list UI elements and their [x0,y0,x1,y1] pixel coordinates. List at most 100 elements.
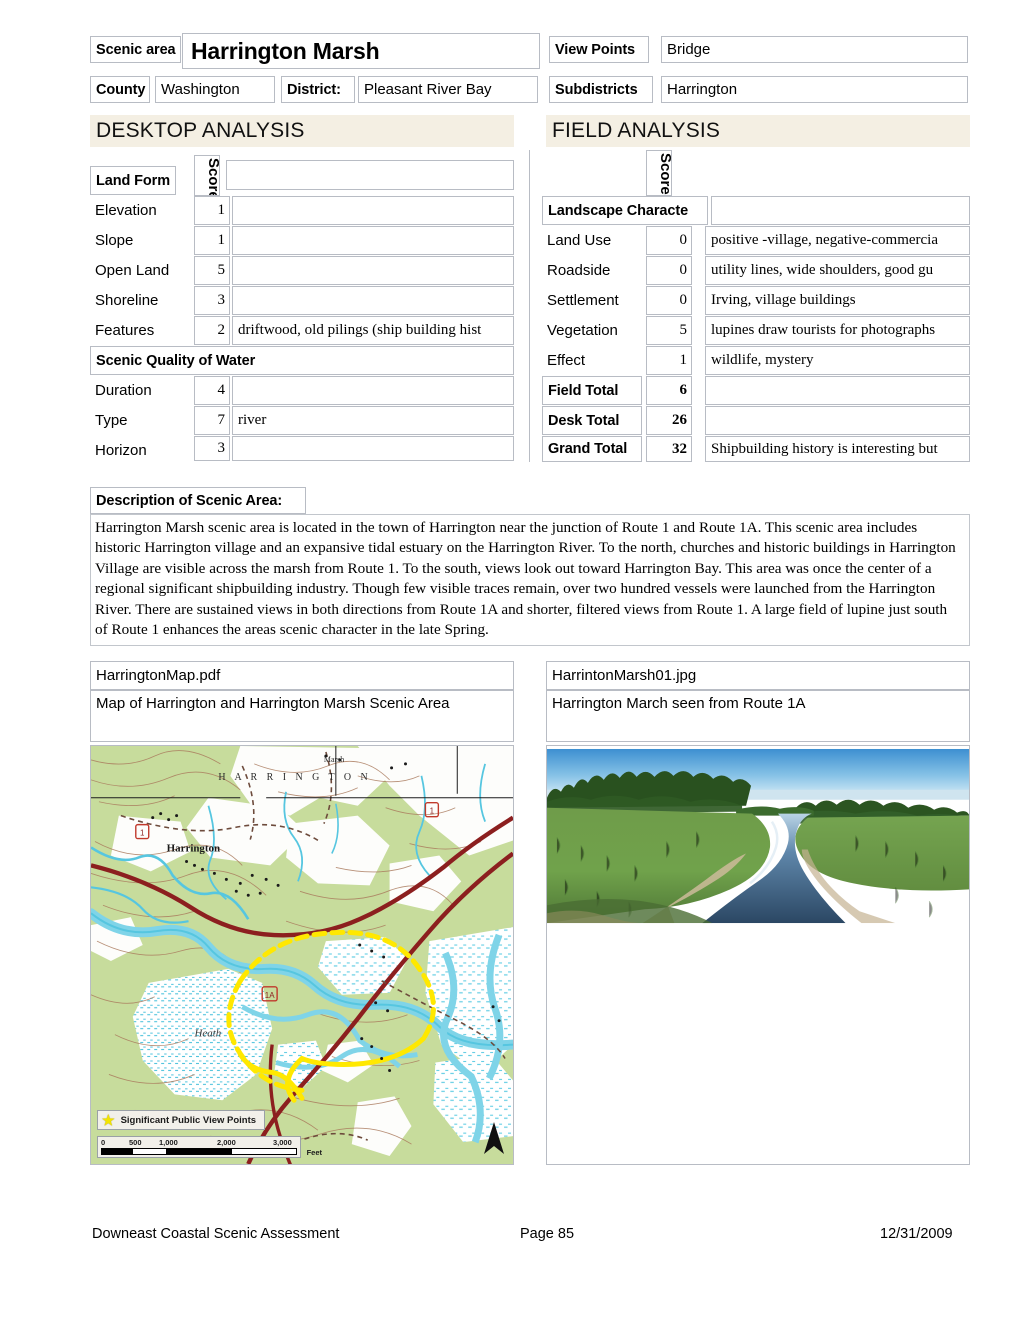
scale-tick-3000: 3,000 [273,1138,292,1147]
desktop-row-label-horizon: Horizon [95,442,147,459]
field-row-score-roadside[interactable]: 0 [646,256,692,285]
scale-tick-2000: 2,000 [217,1138,236,1147]
description-label: Description of Scenic Area: [90,487,306,514]
marsh-photo-graphic [547,746,969,1164]
desktop-row-note-horizon[interactable] [232,436,514,461]
field-score-header: Score [646,150,672,196]
field-row-note-vegetation[interactable]: lupines draw tourists for photographs [705,316,970,345]
desktop-row-label-duration: Duration [95,382,152,399]
map-image-frame[interactable]: 1 1 1A H A R R I N G T O N Marsh Harring… [90,745,514,1165]
desktop-row-note-elevation[interactable] [232,196,514,225]
scenic-area-value[interactable]: Harrington Marsh [182,33,540,69]
field-group-landscape-character-note[interactable] [711,196,970,225]
description-body[interactable]: Harrington Marsh scenic area is located … [90,514,970,646]
district-value[interactable]: Pleasant River Bay [358,76,538,103]
desk-total-score[interactable]: 26 [646,406,692,435]
north-arrow-icon [484,1122,504,1154]
field-row-label-vegetation: Vegetation [547,322,618,339]
map-label-marsh: Marsh [324,755,344,764]
desktop-row-label-elevation: Elevation [95,202,157,219]
left-media-filename[interactable]: HarringtonMap.pdf [90,661,514,690]
map-scale-bar: 0 500 1,000 2,000 3,000 Feet [97,1136,322,1158]
field-group-landscape-character: Landscape Characte [542,196,708,225]
desktop-row-label-open-land: Open Land [95,262,170,279]
svg-text:1: 1 [140,829,145,838]
view-points-label: View Points [549,36,649,63]
grand-total-note[interactable]: Shipbuilding history is interesting but [705,436,970,462]
desktop-row-note-shoreline[interactable] [232,286,514,315]
desktop-group-land-form: Land Form [90,166,176,195]
left-media-caption[interactable]: Map of Harrington and Harrington Marsh S… [90,690,514,742]
svg-text:1: 1 [430,807,435,816]
view-points-value[interactable]: Bridge [661,36,968,63]
desk-total-note[interactable] [705,406,970,435]
subdistricts-label: Subdistricts [549,76,653,103]
desktop-row-note-duration[interactable] [232,376,514,405]
field-total-note[interactable] [705,376,970,405]
footer-center: Page 85 [520,1226,575,1242]
map-label-village: Harrington [167,842,220,854]
map-legend: ★ Significant Public View Points [97,1110,266,1130]
right-media-filename[interactable]: HarrintonMarsh01.jpg [546,661,970,690]
field-row-score-effect[interactable]: 1 [646,346,692,375]
desktop-row-note-open-land[interactable] [232,256,514,285]
grand-total-label: Grand Total [542,436,642,462]
field-row-score-land-use[interactable]: 0 [646,226,692,255]
topo-map-art: 1 1 1A H A R R I N G T O N Marsh Harring… [91,746,513,1164]
scale-tick-500: 500 [129,1138,142,1147]
desktop-row-note-type[interactable]: river [232,406,514,435]
desktop-row-label-type: Type [95,412,128,429]
scale-unit-label: Feet [306,1148,322,1157]
topo-map-graphic: 1 1 1A H A R R I N G T O N Marsh Harring… [91,746,513,1164]
map-label-township: H A R R I N G T O N [218,772,371,783]
scenic-area-label: Scenic area [90,36,181,63]
field-analysis-banner: FIELD ANALYSIS [546,115,970,147]
view-point-star-icon: ★ [102,1112,115,1128]
field-row-note-effect[interactable]: wildlife, mystery [705,346,970,375]
scale-bar-graphic [101,1148,297,1155]
district-label: District: [281,76,355,103]
desktop-analysis-banner: DESKTOP ANALYSIS [90,115,514,147]
field-row-label-settlement: Settlement [547,292,619,309]
field-row-score-vegetation[interactable]: 5 [646,316,692,345]
field-score-header-text: Score [657,153,672,195]
scale-tick-0: 0 [101,1138,106,1147]
svg-text:1A: 1A [265,991,275,1000]
field-row-score-settlement[interactable]: 0 [646,286,692,315]
desktop-row-score-slope[interactable]: 1 [194,226,230,255]
desktop-row-score-open-land[interactable]: 5 [194,256,230,285]
field-row-note-settlement[interactable]: Irving, village buildings [705,286,970,315]
desktop-row-note-features[interactable]: driftwood, old pilings (ship building hi… [232,316,514,345]
photo-image-frame[interactable] [546,745,970,1165]
map-legend-text: Significant Public View Points [120,1114,257,1126]
grand-total-score[interactable]: 32 [646,436,692,462]
desktop-group-land-form-note[interactable] [226,160,514,190]
document-page: Scenic area Harrington Marsh View Points… [0,0,1020,1319]
field-row-note-roadside[interactable]: utility lines, wide shoulders, good gu [705,256,970,285]
footer-left: Downeast Coastal Scenic Assessment [92,1226,340,1242]
field-total-score[interactable]: 6 [646,376,692,405]
right-media-caption[interactable]: Harrington March seen from Route 1A [546,690,970,742]
desktop-row-score-type[interactable]: 7 [194,406,230,435]
field-row-note-land-use[interactable]: positive -village, negative-commercia [705,226,970,255]
desktop-score-header: Score [194,155,220,196]
subdistricts-value[interactable]: Harrington [661,76,968,103]
field-total-label: Field Total [542,376,642,405]
desktop-row-label-features: Features [95,322,155,339]
desktop-row-note-slope[interactable] [232,226,514,255]
marsh-photo-art [547,746,969,1164]
desktop-row-label-shoreline: Shoreline [95,292,159,309]
desktop-row-score-shoreline[interactable]: 3 [194,286,230,315]
desktop-row-score-duration[interactable]: 4 [194,376,230,405]
desktop-row-score-horizon[interactable]: 3 [194,436,230,461]
county-value[interactable]: Washington [155,76,275,103]
county-label: County [90,76,150,103]
desktop-group-scenic-quality-of-water: Scenic Quality of Water [90,346,514,375]
desktop-row-score-elevation[interactable]: 1 [194,196,230,225]
desktop-row-label-slope: Slope [95,232,134,249]
field-row-label-land-use: Land Use [547,232,612,249]
map-label-heath: Heath [194,1028,222,1040]
desk-total-label: Desk Total [542,406,642,435]
desktop-row-score-features[interactable]: 2 [194,316,230,345]
scale-tick-1000: 1,000 [159,1138,178,1147]
